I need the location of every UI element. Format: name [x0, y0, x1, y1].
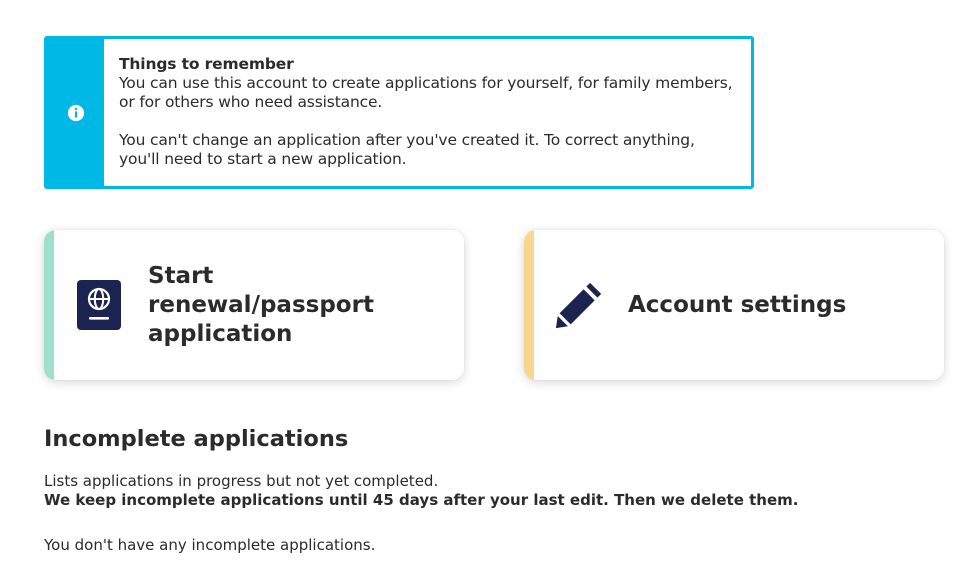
account-settings-label: Account settings: [628, 291, 847, 318]
info-notice: Things to remember You can use this acco…: [44, 36, 754, 189]
notice-paragraph-2: You can't change an application after yo…: [119, 131, 695, 168]
notice-title: Things to remember: [119, 55, 294, 73]
notice-accent-bar: [47, 39, 104, 186]
info-icon: [67, 104, 84, 121]
start-renewal-label: Start renewal/passport application: [148, 262, 374, 347]
notice-body: Things to remember You can use this acco…: [104, 39, 751, 186]
incomplete-applications-description: Lists applications in progress but not y…: [44, 472, 944, 510]
empty-state-message: You don't have any incomplete applicatio…: [44, 536, 376, 554]
start-renewal-card[interactable]: Start renewal/passport application: [44, 230, 464, 380]
description-text: Lists applications in progress but not y…: [44, 472, 439, 490]
notice-paragraph-1: You can use this account to create appli…: [119, 74, 733, 111]
account-settings-card[interactable]: Account settings: [524, 230, 944, 380]
incomplete-applications-heading: Incomplete applications: [44, 426, 349, 452]
retention-notice: We keep incomplete applications until 45…: [44, 491, 799, 509]
passport-icon: [75, 279, 123, 331]
card-accent-bar: [44, 230, 54, 380]
card-accent-bar: [524, 230, 534, 380]
pencil-icon: [555, 279, 603, 331]
